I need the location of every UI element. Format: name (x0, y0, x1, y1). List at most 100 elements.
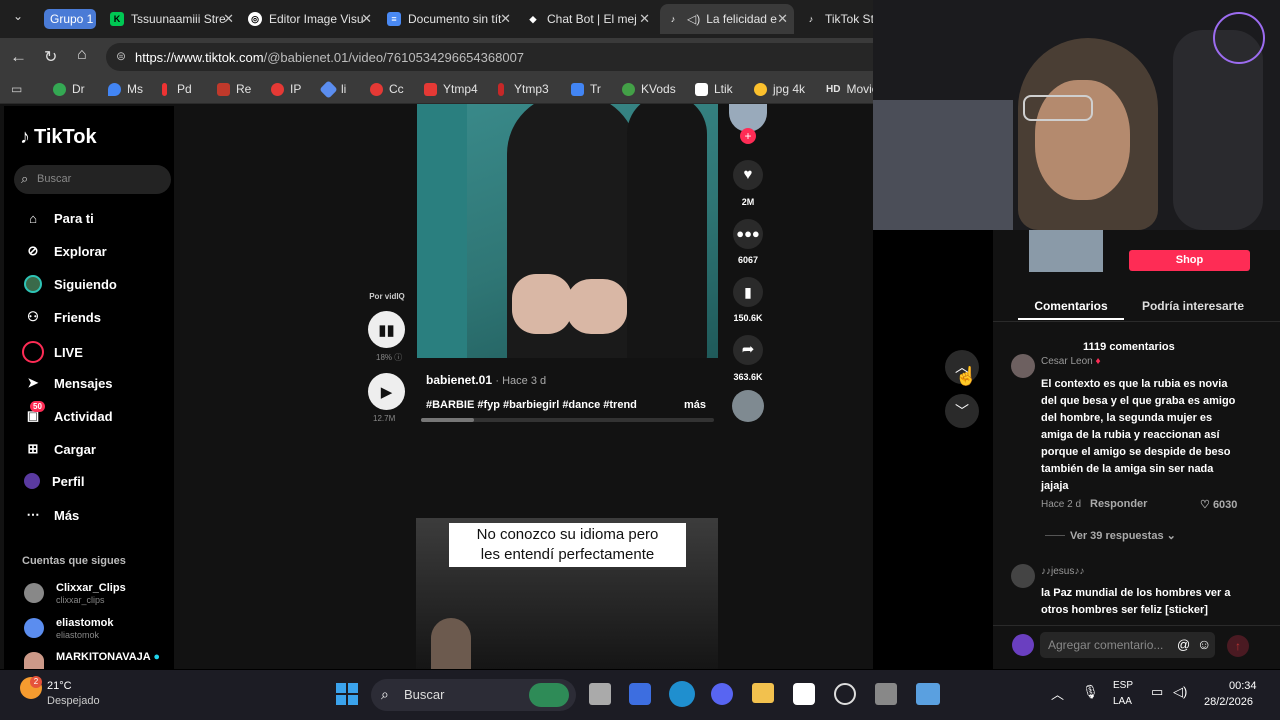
like-button[interactable]: ♥ (733, 160, 763, 190)
video-progress-bar[interactable] (421, 418, 714, 422)
view-replies[interactable]: Ver 39 respuestas ⌄ (1070, 529, 1176, 542)
play-button[interactable]: ▶ (368, 373, 405, 410)
tab-4[interactable]: ◆ Chat Bot | El mej ✕ (526, 4, 656, 34)
clock-date[interactable]: 28/2/2026 (1204, 696, 1253, 708)
windows-start-icon[interactable] (336, 683, 358, 705)
tab-1[interactable]: K Tssuunaamiii Stre ✕ (110, 4, 240, 34)
bookmark-pd[interactable]: Pd (162, 82, 192, 96)
close-icon[interactable]: ✕ (361, 11, 372, 27)
following-name[interactable]: Clixxar_Clips (56, 582, 126, 594)
post-comment-button[interactable]: ↑ (1227, 635, 1249, 657)
comment-input[interactable]: Agregar comentario... @ ☺ (1040, 632, 1215, 658)
nav-actividad[interactable]: ▣ 50 Actividad (24, 401, 113, 425)
bookmark-ms[interactable]: Ms (108, 82, 143, 96)
clock-time[interactable]: 00:34 (1229, 680, 1257, 692)
tab-group-label[interactable]: Grupo 1 (44, 9, 96, 29)
nav-siguiendo[interactable]: Siguiendo (24, 275, 117, 293)
network-icon[interactable]: ▭ (1151, 684, 1163, 700)
obs-icon[interactable] (834, 683, 856, 705)
microphone-icon[interactable]: 🎙 (1082, 684, 1099, 700)
tray-chevron-icon[interactable]: ︿ (1051, 684, 1064, 703)
avatar[interactable] (1011, 564, 1035, 588)
avatar[interactable] (24, 618, 44, 638)
nav-explorar[interactable]: ⊘ Explorar (24, 242, 107, 260)
capcut-icon[interactable] (793, 683, 815, 705)
tab-5-active[interactable]: ♪ ◁) La felicidad e ✕ (660, 4, 794, 34)
nav-para-ti[interactable]: ⌂ Para ti (24, 209, 94, 227)
vidiq-stats-button[interactable]: ▮▮ (368, 311, 405, 348)
reload-icon[interactable]: ↻ (44, 47, 57, 67)
bookmark-ytmp4[interactable]: Ytmp4 (424, 82, 478, 96)
comment-user-row[interactable]: Cesar Leon ♦ (1041, 356, 1101, 367)
following-name[interactable]: eliastomok (56, 617, 113, 629)
avatar[interactable] (24, 583, 44, 603)
mention-icon[interactable]: @ (1175, 637, 1191, 652)
search-input[interactable]: ⌕ Buscar (14, 165, 171, 194)
product-thumbnail[interactable] (1029, 230, 1103, 272)
avatar[interactable] (1011, 354, 1035, 378)
bookmark-kvods[interactable]: KVods (622, 82, 676, 96)
bookmark-re[interactable]: Re (217, 82, 251, 96)
bookmark-dr[interactable]: Dr (53, 82, 85, 96)
nav-cargar[interactable]: ⊞ Cargar (24, 440, 96, 458)
taskbar-search[interactable]: ⌕ Buscar (371, 679, 576, 711)
edge-icon[interactable] (669, 681, 695, 707)
bookmark-ip[interactable]: IP (271, 82, 301, 96)
save-button[interactable]: ▮ (733, 277, 763, 307)
video-player[interactable] (417, 104, 718, 358)
tab-interesting[interactable]: Podría interesarte (1133, 299, 1253, 313)
follow-plus-icon[interactable]: + (740, 128, 756, 144)
apps-icon[interactable]: ▭ (11, 82, 22, 96)
avatar[interactable] (24, 652, 44, 669)
nav-live[interactable]: LIVE (22, 341, 83, 363)
following-name-row[interactable]: MARKITONAVAJA ● (56, 651, 160, 663)
volume-icon[interactable]: ◁) (1173, 684, 1187, 700)
hashtags[interactable]: #BARBIE #fyp #barbiegirl #dance #trend (426, 399, 637, 411)
share-button[interactable]: ➦ (733, 335, 763, 365)
bookmark-movie[interactable]: HD Movie (826, 82, 878, 96)
comment-username[interactable]: ♪♪jesus♪♪ (1041, 566, 1084, 577)
weather-desc[interactable]: Despejado (47, 695, 100, 707)
bookmark-tr[interactable]: Tr (571, 82, 601, 96)
nav-friends[interactable]: ⚇ Friends (24, 308, 101, 326)
tab-3[interactable]: ≡ Documento sin tít ✕ (387, 4, 517, 34)
task-view-icon[interactable] (589, 683, 611, 705)
reply-button[interactable]: Responder (1090, 498, 1147, 510)
close-icon[interactable]: ✕ (639, 11, 650, 27)
emoji-icon[interactable]: ☺ (1197, 636, 1211, 652)
media-app-icon[interactable] (916, 683, 940, 705)
music-disc[interactable] (732, 390, 764, 422)
discord-icon[interactable] (711, 683, 733, 705)
close-icon[interactable]: ✕ (777, 11, 788, 27)
close-icon[interactable]: ✕ (223, 11, 234, 27)
tab-2[interactable]: ◎ Editor Image Visu ✕ (248, 4, 378, 34)
home-icon[interactable]: ⌂ (77, 46, 87, 64)
nav-mas[interactable]: ⋯ Más (24, 506, 80, 524)
more-link[interactable]: más (684, 399, 706, 411)
close-icon[interactable]: ✕ (500, 11, 511, 27)
weather-temp[interactable]: 21°C (47, 680, 72, 692)
comment-button[interactable]: ●●● (733, 219, 763, 249)
bookmark-li[interactable]: li (319, 79, 346, 99)
bookmark-ytmp3[interactable]: Ytmp3 (498, 82, 549, 96)
author-name[interactable]: babienet.01 (426, 373, 492, 387)
app-icon[interactable] (629, 683, 651, 705)
bookmark-ltik[interactable]: Ltik (695, 82, 733, 96)
folder-icon[interactable] (752, 683, 774, 703)
lang-secondary[interactable]: LAA (1113, 696, 1132, 707)
speaker-icon[interactable]: ◁) (687, 12, 700, 26)
bookmark-cc[interactable]: Cc (370, 82, 404, 96)
tiktok-logo[interactable]: ♪ TikTok (20, 126, 97, 149)
site-info-icon[interactable]: ⊜ (116, 49, 126, 63)
tab-comments[interactable]: Comentarios (1018, 299, 1124, 313)
comment-like[interactable]: ♡ 6030 (1200, 498, 1237, 511)
shop-button[interactable]: Shop (1129, 250, 1250, 271)
bookmark-jpg4k[interactable]: jpg 4k (754, 82, 805, 96)
tab-search-icon[interactable]: ⌄ (8, 9, 28, 29)
address-bar[interactable]: ⊜ https://www.tiktok.com/@babienet.01/vi… (106, 43, 886, 71)
back-icon[interactable]: ← (10, 47, 27, 67)
lang-primary[interactable]: ESP (1113, 680, 1133, 691)
nav-mensajes[interactable]: ➤ Mensajes (24, 374, 113, 392)
next-video-button[interactable]: ﹀ (945, 394, 979, 428)
nav-perfil[interactable]: Perfil (24, 473, 85, 489)
